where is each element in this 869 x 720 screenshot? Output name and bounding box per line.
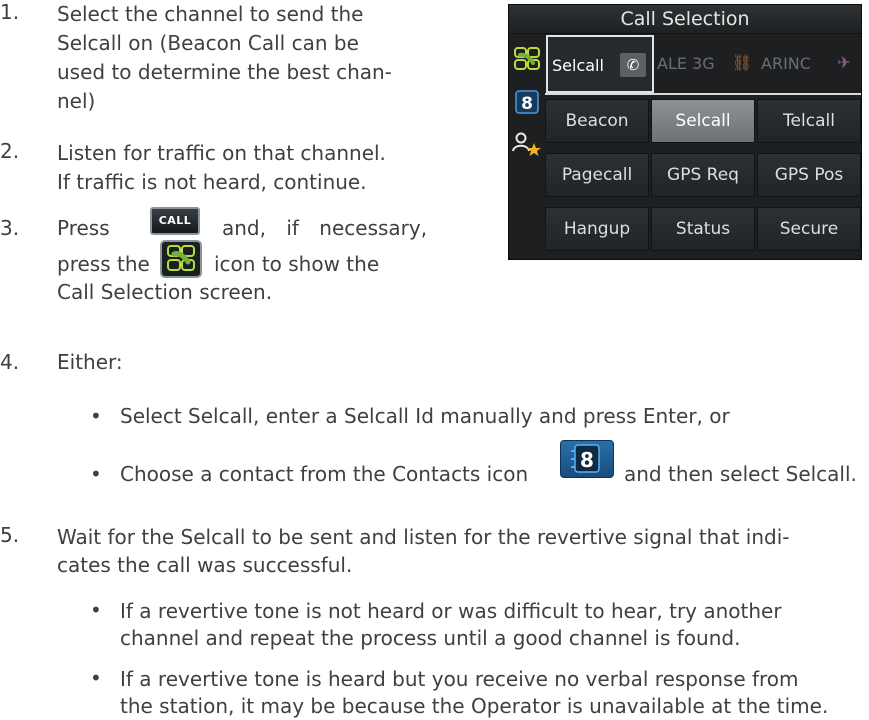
step-text: Press (57, 216, 110, 240)
step-text: icon to show the (214, 252, 380, 276)
contacts-icon[interactable]: 8 (509, 87, 545, 121)
contacts-icon: 8 (560, 440, 614, 478)
step-text: Either: (57, 350, 123, 374)
bullet-text: Choose a contact from the Contacts icon (120, 462, 529, 486)
bullet-text: If a revertive tone is heard but you rec… (120, 667, 799, 691)
phone-handset-icon: ✆ (620, 53, 646, 77)
panel-title: Call Selection (509, 5, 861, 34)
tab-selcall[interactable]: Selcall ✆ (546, 35, 654, 93)
bullet-text: If a revertive tone is not heard or was … (120, 599, 782, 623)
step-number: 3. (0, 216, 20, 240)
step-text: If traffic is not heard, continue. (57, 170, 367, 194)
step-text: Select the channel to send the (57, 2, 364, 26)
call-key-icon: CALL (150, 207, 200, 235)
gps-req-button[interactable]: GPS Req (651, 153, 755, 197)
tab-label: ALE 3G (657, 54, 715, 73)
tab-arinc[interactable]: ARINC ✈ (757, 35, 861, 93)
step-number: 5. (0, 523, 20, 547)
bullet-text: the station, it may be because the Opera… (120, 694, 829, 718)
step-text: nel) (57, 89, 96, 113)
aircraft-icon: ✈ (837, 53, 851, 72)
bullet: • (90, 462, 102, 486)
telcall-button[interactable]: Telcall (757, 99, 861, 143)
step-text: Listen for traffic on that channel. (57, 141, 386, 165)
bullet-text: and then select Selcall. (624, 462, 857, 486)
pagecall-button[interactable]: Pagecall (545, 153, 649, 197)
svg-text:8: 8 (521, 94, 533, 114)
step-text: cates the call was successful. (57, 553, 353, 577)
bullet: • (90, 666, 102, 690)
bullet-text: Select Selcall, enter a Selcall Id manua… (120, 404, 730, 428)
step-text: press the (57, 252, 150, 276)
hangup-button[interactable]: Hangup (545, 207, 649, 251)
step-number: 4. (0, 350, 20, 374)
link-icon: ⛓ (731, 53, 753, 72)
bullet: • (90, 598, 102, 622)
status-button[interactable]: Status (651, 207, 755, 251)
step-text: used to determine the best chan- (57, 60, 392, 84)
secure-button[interactable]: Secure (757, 207, 861, 251)
gps-pos-button[interactable]: GPS Pos (757, 153, 861, 197)
selcall-button[interactable]: Selcall (651, 99, 755, 143)
step-text: Selcall on (Beacon Call can be (57, 31, 359, 55)
tab-label: ARINC (761, 54, 811, 73)
call-selection-icon (160, 240, 202, 278)
tab-ale-3g[interactable]: ALE 3G ⛓ (653, 35, 761, 93)
bullet: • (90, 404, 102, 428)
step-text: Call Selection screen. (57, 280, 273, 304)
step-text: and, if necessary, (222, 216, 428, 240)
step-text: Wait for the Selcall to be sent and list… (57, 525, 790, 549)
call-selection-panel: Call Selection 8 Selcall ✆ ALE 3G ⛓ ARIN… (508, 4, 862, 260)
step-number: 1. (0, 0, 20, 24)
call-selection-icon[interactable] (509, 45, 545, 79)
beacon-button[interactable]: Beacon (545, 99, 649, 143)
tab-label: Selcall (552, 56, 604, 75)
step-number: 2. (0, 139, 20, 163)
contacts-icon-glyph: 8 (580, 448, 594, 472)
favorites-icon[interactable] (509, 129, 545, 163)
bullet-text: channel and repeat the process until a g… (120, 626, 741, 650)
